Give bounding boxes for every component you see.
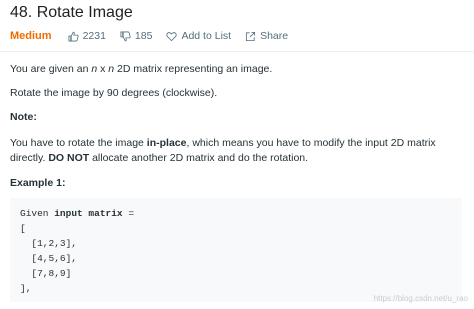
difficulty-badge: Medium bbox=[10, 30, 52, 42]
do-not-emphasis: DO NOT bbox=[48, 152, 90, 164]
add-to-list-label: Add to List bbox=[181, 30, 232, 42]
note-label: Note: bbox=[10, 111, 37, 123]
likes-count: 2231 bbox=[82, 30, 106, 42]
share-label: Share bbox=[260, 30, 289, 42]
code-line-3: [1,2,3], bbox=[20, 238, 78, 249]
watermark: https://blog.csdn.net/u_rao bbox=[373, 294, 468, 303]
code-line-2: [ bbox=[20, 223, 26, 234]
note-paragraph: You have to rotate the image in-place, w… bbox=[10, 136, 466, 166]
description-paragraph-1: You are given an n x n 2D matrix represe… bbox=[10, 62, 272, 77]
header-divider bbox=[0, 51, 474, 52]
share-icon bbox=[246, 31, 256, 41]
share-button[interactable]: Share bbox=[245, 30, 288, 42]
problem-meta-bar: Medium 2231 185 Add to List Share bbox=[10, 28, 302, 44]
note-text-end: allocate another 2D matrix and do the ro… bbox=[89, 152, 309, 164]
code-input-matrix: input matrix bbox=[54, 208, 123, 219]
in-place-term: in-place bbox=[146, 137, 187, 149]
like-button[interactable]: 2231 bbox=[68, 30, 106, 42]
description-paragraph-2: Rotate the image by 90 degrees (clockwis… bbox=[10, 87, 218, 99]
code-line-4: [4,5,6], bbox=[20, 253, 78, 264]
code-given: Given bbox=[20, 208, 55, 219]
example-label: Example 1: bbox=[10, 177, 66, 189]
code-equals: = bbox=[122, 208, 135, 219]
code-line-5: [7,8,9] bbox=[20, 268, 72, 279]
dislikes-count: 185 bbox=[134, 30, 153, 42]
p1-x: x bbox=[97, 63, 109, 75]
code-line-1: Given input matrix = bbox=[20, 206, 452, 221]
note-text-start: You have to rotate the image bbox=[10, 137, 147, 149]
thumbs-down-icon bbox=[120, 31, 131, 41]
dislike-button[interactable]: 185 bbox=[120, 30, 153, 42]
p1-text-end: 2D matrix representing an image. bbox=[114, 63, 273, 75]
example-code-block: Given input matrix = [ [1,2,3], [4,5,6],… bbox=[10, 198, 462, 302]
thumbs-up-icon bbox=[68, 31, 79, 41]
problem-title: 48. Rotate Image bbox=[10, 4, 133, 21]
p1-text-start: You are given an bbox=[10, 63, 92, 75]
heart-icon bbox=[166, 31, 178, 41]
add-to-list-button[interactable]: Add to List bbox=[166, 30, 231, 42]
